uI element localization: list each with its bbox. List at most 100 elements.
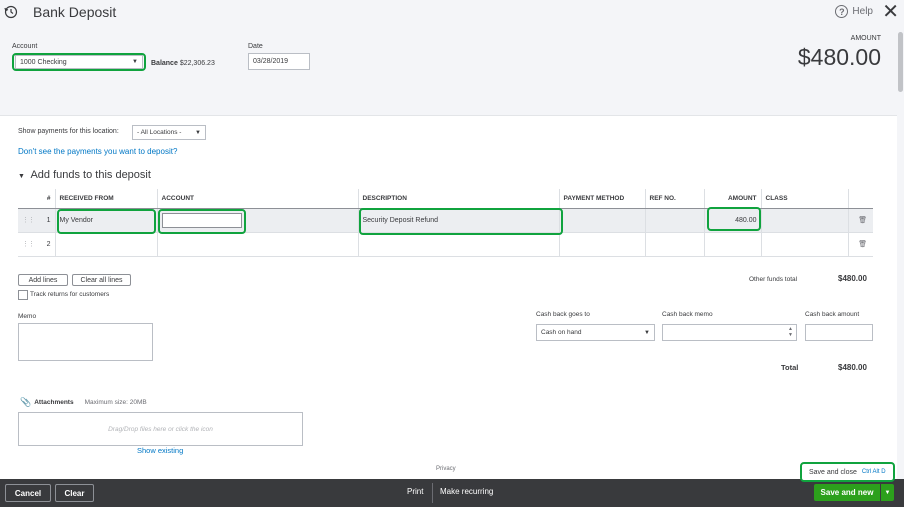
attachments-label: Attachments: [34, 399, 74, 406]
amount-cell[interactable]: [704, 232, 762, 257]
account-input[interactable]: [161, 212, 242, 228]
col-description: DESCRIPTION: [358, 189, 560, 209]
col-amount: AMOUNT: [704, 189, 762, 209]
total-value: $480.00: [838, 363, 867, 372]
amount-label: AMOUNT: [850, 35, 881, 42]
make-recurring-button[interactable]: Make recurring: [440, 487, 493, 496]
cash-back-amount-field[interactable]: [805, 324, 873, 341]
cash-back-account-value: Cash on hand: [541, 329, 582, 336]
chevron-down-icon: ▼: [644, 329, 650, 336]
payment-method-cell[interactable]: [559, 232, 646, 257]
footer-divider: [432, 483, 433, 503]
clear-button[interactable]: Clear: [55, 484, 94, 502]
scrollbar[interactable]: [897, 30, 904, 480]
account-cell[interactable]: [157, 232, 359, 257]
balance: Balance $22,306.23: [151, 60, 215, 67]
memo-label: Memo: [18, 313, 37, 320]
chevron-down-icon: ▼: [195, 129, 201, 136]
class-cell[interactable]: [761, 208, 849, 233]
account-value: 1000 Checking: [20, 58, 67, 66]
paperclip-icon[interactable]: 📎: [20, 397, 31, 408]
history-icon[interactable]: [4, 5, 18, 19]
received-from-cell[interactable]: [55, 232, 158, 257]
track-returns-label: Track returns for customers: [30, 291, 110, 298]
help-link[interactable]: ? Help: [835, 5, 873, 18]
table-row[interactable]: ⋮⋮ 1 My Vendor Security Deposit Refund 4…: [18, 208, 873, 233]
location-label: Show payments for this location:: [18, 128, 119, 135]
caret-down-icon: ▼: [18, 173, 25, 180]
ref-no-cell[interactable]: [645, 208, 705, 233]
save-and-close-shortcut: Ctrl Alt D: [861, 469, 886, 475]
location-value: - All Locations -: [137, 129, 182, 136]
class-cell[interactable]: [761, 232, 849, 257]
print-button[interactable]: Print: [407, 487, 423, 496]
account-select[interactable]: 1000 Checking ▼: [15, 55, 143, 69]
resize-stepper-icon: ▲ ▼: [788, 326, 793, 338]
clear-all-lines-button[interactable]: Clear all lines: [72, 274, 131, 286]
account-cell[interactable]: [157, 208, 359, 233]
payment-method-cell[interactable]: [559, 208, 646, 233]
other-funds-total-label: Other funds total: [749, 276, 798, 283]
cancel-button[interactable]: Cancel: [5, 484, 51, 502]
cash-back-memo-field[interactable]: ▲ ▼: [662, 324, 797, 341]
ref-no-cell[interactable]: [645, 232, 705, 257]
chevron-down-icon: ▼: [132, 59, 138, 65]
description-cell[interactable]: Security Deposit Refund: [358, 208, 560, 233]
help-icon: ?: [835, 5, 849, 18]
description-cell[interactable]: [358, 232, 560, 257]
page-title: Bank Deposit: [33, 4, 117, 20]
funds-table: # RECEIVED FROM ACCOUNT DESCRIPTION PAYM…: [18, 189, 873, 257]
date-value: 03/28/2019: [253, 58, 289, 65]
col-class: CLASS: [761, 189, 849, 209]
save-and-close-label: Save and close: [809, 468, 857, 476]
cash-back-account-select[interactable]: Cash on hand ▼: [536, 324, 655, 341]
col-ref-no: REF NO.: [645, 189, 705, 209]
cash-back-amount-label: Cash back amount: [805, 311, 860, 318]
footer-bar: Cancel Clear Print Make recurring: [0, 479, 904, 507]
drag-handle-icon[interactable]: ⋮⋮: [18, 232, 38, 257]
add-funds-toggle[interactable]: ▼ Add funds to this deposit: [18, 169, 151, 181]
save-options-chevron-icon[interactable]: ▼: [881, 484, 894, 501]
row-num: 1: [38, 208, 56, 233]
date-field[interactable]: 03/28/2019: [248, 53, 310, 70]
location-select[interactable]: - All Locations - ▼: [132, 125, 206, 140]
add-lines-button[interactable]: Add lines: [18, 274, 68, 286]
col-account: ACCOUNT: [157, 189, 359, 209]
track-returns-checkbox[interactable]: [18, 290, 28, 300]
section-title: Add funds to this deposit: [30, 169, 151, 181]
attachment-drop-zone[interactable]: Drag/Drop files here or click the icon: [18, 412, 303, 446]
trash-icon[interactable]: 🗑: [848, 232, 873, 257]
total-label: Total: [781, 363, 799, 372]
col-received-from: RECEIVED FROM: [55, 189, 158, 209]
col-payment-method: PAYMENT METHOD: [559, 189, 646, 209]
amount-cell[interactable]: 480.00: [704, 208, 762, 233]
memo-field[interactable]: [18, 323, 153, 361]
account-label: Account: [12, 43, 38, 50]
date-label: Date: [248, 43, 263, 50]
received-from-cell[interactable]: My Vendor: [55, 208, 158, 233]
row-num: 2: [38, 232, 56, 257]
save-and-new-button[interactable]: Save and new: [814, 484, 880, 501]
amount-total: $480.00: [797, 44, 881, 70]
drag-handle-icon[interactable]: ⋮⋮: [18, 208, 38, 233]
trash-column-header: [848, 189, 873, 209]
attachments-max-size: Maximum size: 20MB: [84, 399, 147, 406]
other-funds-total-value: $480.00: [838, 274, 867, 283]
balance-label: Balance: [151, 60, 178, 67]
drag-column-header: [18, 189, 38, 209]
scrollbar-thumb[interactable]: [898, 32, 903, 92]
missing-payments-link[interactable]: Don't see the payments you want to depos…: [18, 147, 177, 156]
balance-value: $22,306.23: [179, 60, 215, 67]
trash-icon[interactable]: 🗑: [848, 208, 873, 233]
save-and-close-option[interactable]: Save and close Ctrl Alt D: [800, 462, 895, 482]
close-icon[interactable]: ✕: [882, 2, 899, 22]
help-label: Help: [852, 6, 873, 17]
table-row[interactable]: ⋮⋮ 2 🗑: [18, 232, 873, 257]
show-existing-link[interactable]: Show existing: [137, 446, 183, 455]
attachments-header: 📎 Attachments Maximum size: 20MB: [20, 397, 147, 408]
cash-back-goes-to-label: Cash back goes to: [536, 311, 590, 318]
privacy-link[interactable]: Privacy: [436, 466, 456, 472]
cash-back-memo-label: Cash back memo: [662, 311, 713, 318]
deposit-header: Bank Deposit ? Help ✕ Account 1000 Check…: [0, 0, 904, 116]
col-num: #: [38, 189, 56, 209]
